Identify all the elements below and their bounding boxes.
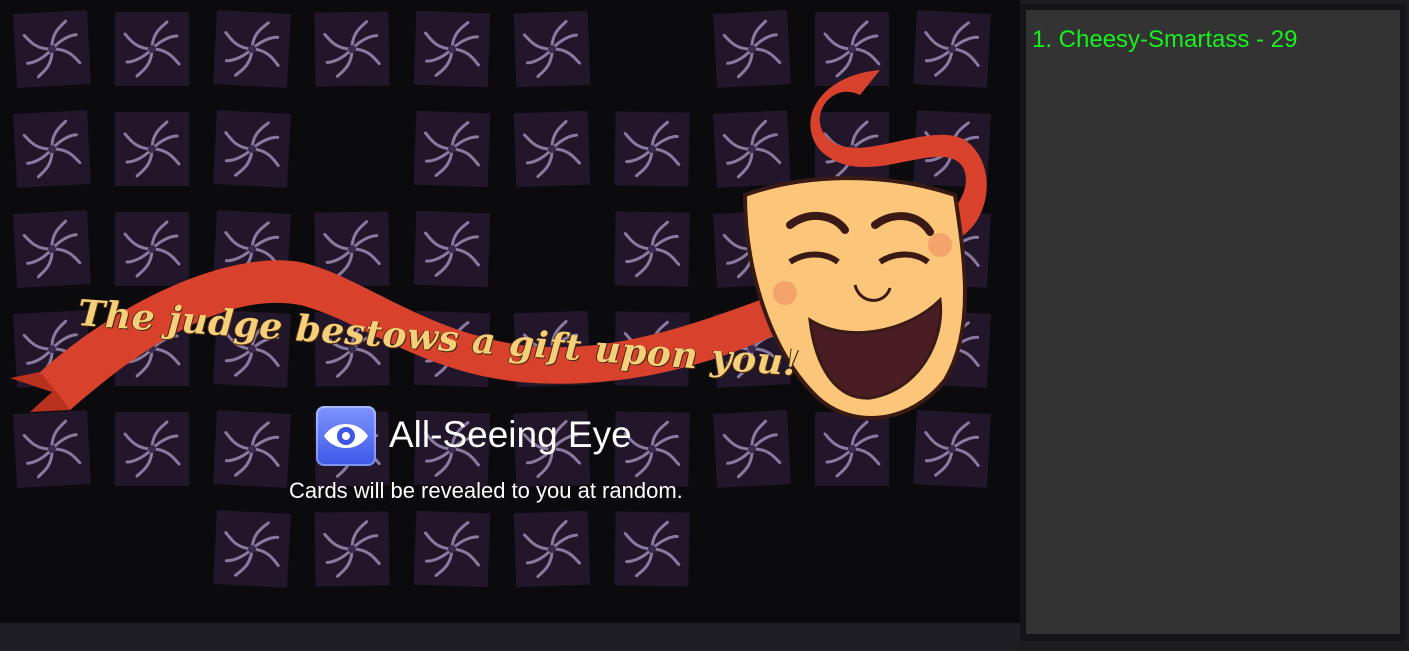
power-title: All-Seeing Eye [389, 414, 632, 455]
scoreboard-entry: 1. Cheesy-Smartass - 29 [1032, 26, 1298, 53]
pinwheel-card-back-icon [22, 219, 82, 279]
pinwheel-card-back-icon [722, 419, 782, 479]
pinwheel-card-back-icon [924, 321, 980, 377]
card-back [614, 211, 690, 287]
pinwheel-card-back-icon [924, 121, 980, 177]
card-back [13, 210, 91, 288]
pinwheel-card-back-icon [623, 220, 681, 278]
pinwheel-card-back-icon [522, 519, 582, 579]
card-back [815, 12, 889, 86]
pinwheel-card-back-icon [224, 521, 280, 577]
pinwheel-card-back-icon [924, 221, 980, 277]
card-back [513, 10, 591, 88]
card-back [115, 212, 189, 286]
card-back [13, 410, 91, 488]
pinwheel-card-back-icon [823, 120, 881, 178]
card-back [13, 10, 91, 88]
pinwheel-card-back-icon [224, 421, 280, 477]
card-back [213, 510, 291, 588]
card-back [913, 310, 991, 388]
pinwheel-card-back-icon [424, 21, 480, 77]
pinwheel-card-back-icon [224, 121, 280, 177]
power-description: Cards will be revealed to you at random. [289, 478, 683, 503]
pinwheel-card-back-icon [924, 421, 980, 477]
pinwheel-card-back-icon [823, 20, 881, 78]
pinwheel-card-back-icon [22, 19, 82, 79]
card-back [213, 110, 291, 188]
pinwheel-card-back-icon [123, 420, 181, 478]
card-back [314, 211, 390, 287]
card-back [713, 10, 791, 88]
card-back [413, 10, 491, 88]
card-back [314, 511, 390, 587]
pinwheel-card-back-icon [424, 121, 480, 177]
card-back [913, 210, 991, 288]
pinwheel-card-back-icon [22, 119, 82, 179]
card-back [13, 110, 91, 188]
card-back [815, 112, 889, 186]
card-back [314, 11, 390, 87]
pinwheel-card-back-icon [424, 521, 480, 577]
pinwheel-card-back-icon [323, 520, 381, 578]
pinwheel-card-back-icon [623, 520, 681, 578]
card-back [913, 410, 991, 488]
pinwheel-card-back-icon [522, 19, 582, 79]
game-board: The judge bestows a gift upon you! All-S… [0, 0, 1020, 623]
pinwheel-card-back-icon [123, 120, 181, 178]
pinwheel-card-back-icon [323, 220, 381, 278]
card-back [913, 110, 991, 188]
card-back [815, 212, 889, 286]
card-back [115, 112, 189, 186]
card-back [213, 410, 291, 488]
card-back [413, 210, 491, 288]
pinwheel-card-back-icon [323, 20, 381, 78]
bottom-bar [0, 623, 1020, 651]
pinwheel-card-back-icon [924, 21, 980, 77]
pinwheel-card-back-icon [224, 21, 280, 77]
card-back [115, 12, 189, 86]
card-back [713, 110, 791, 188]
pinwheel-card-back-icon [722, 19, 782, 79]
card-back [713, 410, 791, 488]
card-back [413, 110, 491, 188]
scoreboard-panel: 1. Cheesy-Smartass - 29 [1026, 10, 1400, 634]
pinwheel-card-back-icon [623, 120, 681, 178]
pinwheel-card-back-icon [123, 220, 181, 278]
pinwheel-card-back-icon [522, 119, 582, 179]
pinwheel-card-back-icon [224, 221, 280, 277]
card-back [815, 312, 889, 386]
card-back [213, 210, 291, 288]
card-back [513, 110, 591, 188]
card-back [815, 412, 889, 486]
card-back [213, 10, 291, 88]
pinwheel-card-back-icon [722, 219, 782, 279]
pinwheel-card-back-icon [823, 220, 881, 278]
card-back [115, 412, 189, 486]
card-back [913, 10, 991, 88]
pinwheel-card-back-icon [823, 320, 881, 378]
pinwheel-card-back-icon [22, 419, 82, 479]
card-back [513, 510, 591, 588]
pinwheel-card-back-icon [123, 20, 181, 78]
pinwheel-card-back-icon [722, 119, 782, 179]
card-back [713, 210, 791, 288]
card-back [614, 511, 690, 587]
pinwheel-card-back-icon [424, 221, 480, 277]
card-back [413, 510, 491, 588]
pinwheel-card-back-icon [823, 420, 881, 478]
card-back [614, 111, 690, 187]
eye-icon [316, 406, 376, 466]
